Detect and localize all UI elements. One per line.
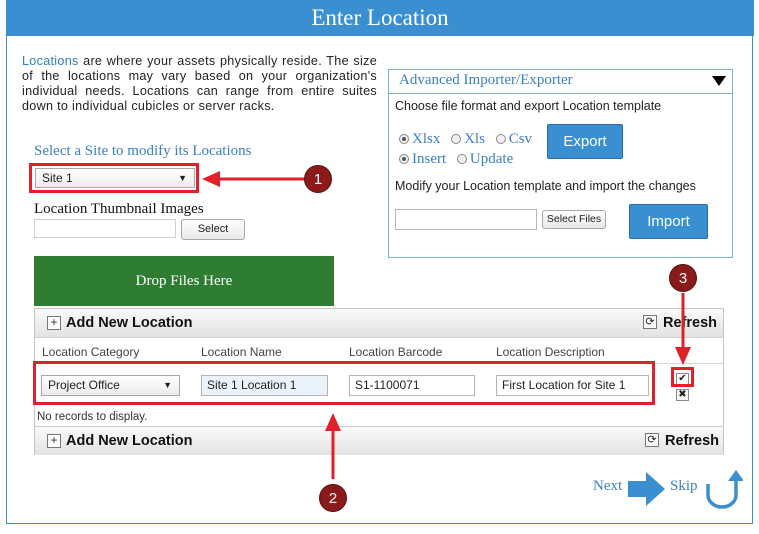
grid-toolbar-top: + Add New Location ⟳ Refresh [35, 309, 723, 338]
export-instruction: Choose file format and export Location t… [395, 99, 662, 113]
export-button[interactable]: Export [547, 124, 623, 159]
import-instruction: Modify your Location template and import… [395, 179, 696, 193]
page-title: Enter Location [6, 0, 754, 36]
arrow-annotation-1 [202, 171, 308, 187]
format-radio-group: Xlsx Xls Csv [399, 131, 532, 148]
empty-message: No records to display. [37, 411, 148, 423]
refresh-button-bottom[interactable]: Refresh [665, 433, 719, 449]
radio-xlsx[interactable]: Xlsx [399, 131, 440, 147]
highlight-box-save [671, 367, 694, 387]
plus-icon[interactable]: + [47, 434, 61, 448]
thumbnail-file-input[interactable] [34, 219, 176, 238]
mode-radio-group: Insert Update [399, 151, 513, 168]
radio-xls[interactable]: Xls [451, 131, 485, 147]
thumbnail-select-button[interactable]: Select [181, 219, 245, 240]
site-select-label: Select a Site to modify its Locations [34, 143, 252, 159]
skip-return-icon[interactable] [703, 470, 743, 510]
importer-panel: Advanced Importer/Exporter Choose file f… [388, 69, 733, 258]
refresh-icon[interactable]: ⟳ [645, 433, 659, 447]
next-arrow-icon[interactable] [628, 471, 666, 507]
annotation-badge-3: 3 [669, 264, 697, 292]
select-files-button[interactable]: Select Files [542, 210, 606, 229]
radio-checked-icon [399, 154, 409, 164]
add-new-location-button-bottom[interactable]: Add New Location [66, 433, 192, 449]
highlight-box-site [29, 163, 199, 193]
annotation-badge-1: 1 [304, 165, 332, 193]
highlight-box-new-row [33, 361, 655, 405]
radio-empty-icon [451, 134, 462, 144]
skip-link[interactable]: Skip [670, 478, 698, 495]
refresh-icon[interactable]: ⟳ [643, 315, 657, 329]
radio-checked-icon [399, 134, 409, 144]
next-link[interactable]: Next [593, 478, 622, 495]
radio-empty-icon [456, 154, 467, 164]
grid-toolbar-bottom: + Add New Location ⟳ Refresh [35, 426, 723, 455]
arrow-annotation-3 [675, 293, 691, 365]
thumbnail-label: Location Thumbnail Images [34, 201, 204, 217]
column-header-name[interactable]: Location Name [201, 345, 282, 359]
radio-insert[interactable]: Insert [399, 151, 446, 167]
add-new-location-button[interactable]: Add New Location [66, 315, 192, 331]
cancel-x-icon[interactable]: ✖ [676, 389, 689, 401]
annotation-badge-2: 2 [319, 484, 347, 512]
arrow-annotation-2 [325, 413, 341, 479]
radio-update[interactable]: Update [456, 151, 513, 167]
radio-csv[interactable]: Csv [495, 131, 532, 147]
drop-zone[interactable]: Drop Files Here [34, 256, 334, 306]
importer-title: Advanced Importer/Exporter [399, 72, 573, 88]
importer-header[interactable]: Advanced Importer/Exporter [389, 70, 732, 94]
column-header-description[interactable]: Location Description [496, 345, 605, 359]
import-button[interactable]: Import [629, 204, 708, 239]
column-header-category[interactable]: Location Category [42, 345, 139, 359]
import-file-input[interactable] [395, 209, 537, 230]
locations-link[interactable]: Locations [22, 54, 79, 68]
plus-icon[interactable]: + [47, 316, 61, 330]
intro-text: Locations are where your assets physical… [22, 54, 377, 114]
radio-empty-icon [495, 134, 506, 144]
triangle-down-icon[interactable] [712, 76, 726, 86]
column-header-barcode[interactable]: Location Barcode [349, 345, 442, 359]
